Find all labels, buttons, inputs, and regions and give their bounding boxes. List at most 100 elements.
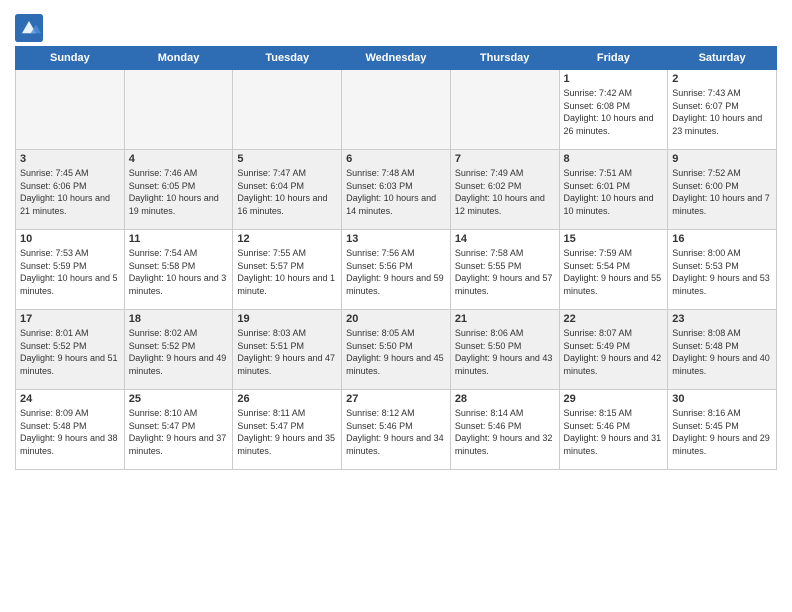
day-number: 21 [455, 313, 555, 325]
day-info: Sunrise: 7:59 AM Sunset: 5:54 PM Dayligh… [564, 247, 664, 297]
day-info: Sunrise: 8:09 AM Sunset: 5:48 PM Dayligh… [20, 407, 120, 457]
calendar-cell: 14 Sunrise: 7:58 AM Sunset: 5:55 PM Dayli… [450, 230, 559, 310]
day-number: 11 [129, 233, 229, 245]
header [15, 10, 777, 42]
weekday-header-saturday: Saturday [668, 47, 777, 70]
calendar-week-1: 1 Sunrise: 7:42 AM Sunset: 6:08 PM Daylig… [16, 70, 777, 150]
day-info: Sunrise: 8:08 AM Sunset: 5:48 PM Dayligh… [672, 327, 772, 377]
day-info: Sunrise: 7:53 AM Sunset: 5:59 PM Dayligh… [20, 247, 120, 297]
day-number: 25 [129, 393, 229, 405]
calendar-header: SundayMondayTuesdayWednesdayThursdayFrid… [16, 47, 777, 70]
day-info: Sunrise: 7:56 AM Sunset: 5:56 PM Dayligh… [346, 247, 446, 297]
day-number: 14 [455, 233, 555, 245]
calendar-cell [124, 70, 233, 150]
day-number: 27 [346, 393, 446, 405]
day-info: Sunrise: 7:45 AM Sunset: 6:06 PM Dayligh… [20, 167, 120, 217]
day-number: 17 [20, 313, 120, 325]
day-number: 1 [564, 73, 664, 85]
day-info: Sunrise: 8:02 AM Sunset: 5:52 PM Dayligh… [129, 327, 229, 377]
day-info: Sunrise: 8:11 AM Sunset: 5:47 PM Dayligh… [237, 407, 337, 457]
day-number: 7 [455, 153, 555, 165]
calendar-cell: 13Sunrise: 7:56 AM Sunset: 5:56 PM Dayli… [342, 230, 451, 310]
calendar-cell: 25 Sunrise: 8:10 AM Sunset: 5:47 PM Dayli… [124, 390, 233, 470]
calendar-cell: 22 Sunrise: 8:07 AM Sunset: 5:49 PM Dayli… [559, 310, 668, 390]
logo-icon [15, 14, 43, 42]
calendar-cell: 1 Sunrise: 7:42 AM Sunset: 6:08 PM Daylig… [559, 70, 668, 150]
day-info: Sunrise: 7:51 AM Sunset: 6:01 PM Dayligh… [564, 167, 664, 217]
calendar-cell: 16 Sunrise: 8:00 AM Sunset: 5:53 PM Dayli… [668, 230, 777, 310]
calendar-cell: 10 Sunrise: 7:53 AM Sunset: 5:59 PM Dayli… [16, 230, 125, 310]
calendar-cell: 30 Sunrise: 8:16 AM Sunset: 5:45 PM Dayli… [668, 390, 777, 470]
weekday-header-sunday: Sunday [16, 47, 125, 70]
day-info: Sunrise: 7:55 AM Sunset: 5:57 PM Dayligh… [237, 247, 337, 297]
calendar-cell: 8 Sunrise: 7:51 AM Sunset: 6:01 PM Daylig… [559, 150, 668, 230]
calendar-body: 1 Sunrise: 7:42 AM Sunset: 6:08 PM Daylig… [16, 70, 777, 470]
day-number: 12 [237, 233, 337, 245]
day-number: 23 [672, 313, 772, 325]
day-info: Sunrise: 8:14 AM Sunset: 5:46 PM Dayligh… [455, 407, 555, 457]
calendar-week-2: 3 Sunrise: 7:45 AM Sunset: 6:06 PM Daylig… [16, 150, 777, 230]
calendar-cell: 15 Sunrise: 7:59 AM Sunset: 5:54 PM Dayli… [559, 230, 668, 310]
calendar-week-4: 17 Sunrise: 8:01 AM Sunset: 5:52 PM Dayli… [16, 310, 777, 390]
calendar-cell: 27Sunrise: 8:12 AM Sunset: 5:46 PM Dayli… [342, 390, 451, 470]
day-info: Sunrise: 8:03 AM Sunset: 5:51 PM Dayligh… [237, 327, 337, 377]
calendar-cell: 28Sunrise: 8:14 AM Sunset: 5:46 PM Dayli… [450, 390, 559, 470]
day-info: Sunrise: 7:42 AM Sunset: 6:08 PM Dayligh… [564, 87, 664, 137]
day-info: Sunrise: 8:07 AM Sunset: 5:49 PM Dayligh… [564, 327, 664, 377]
day-info: Sunrise: 7:52 AM Sunset: 6:00 PM Dayligh… [672, 167, 772, 217]
calendar-week-5: 24Sunrise: 8:09 AM Sunset: 5:48 PM Dayli… [16, 390, 777, 470]
calendar-cell [16, 70, 125, 150]
day-number: 15 [564, 233, 664, 245]
day-info: Sunrise: 8:16 AM Sunset: 5:45 PM Dayligh… [672, 407, 772, 457]
day-number: 16 [672, 233, 772, 245]
day-number: 20 [346, 313, 446, 325]
day-info: Sunrise: 8:01 AM Sunset: 5:52 PM Dayligh… [20, 327, 120, 377]
day-number: 3 [20, 153, 120, 165]
calendar-cell: 9 Sunrise: 7:52 AM Sunset: 6:00 PM Daylig… [668, 150, 777, 230]
day-info: Sunrise: 7:58 AM Sunset: 5:55 PM Dayligh… [455, 247, 555, 297]
day-info: Sunrise: 8:05 AM Sunset: 5:50 PM Dayligh… [346, 327, 446, 377]
calendar-cell: 3 Sunrise: 7:45 AM Sunset: 6:06 PM Daylig… [16, 150, 125, 230]
calendar-cell: 7Sunrise: 7:49 AM Sunset: 6:02 PM Daylig… [450, 150, 559, 230]
calendar-cell: 24Sunrise: 8:09 AM Sunset: 5:48 PM Dayli… [16, 390, 125, 470]
calendar-cell [342, 70, 451, 150]
weekday-header-wednesday: Wednesday [342, 47, 451, 70]
calendar-cell: 21 Sunrise: 8:06 AM Sunset: 5:50 PM Dayli… [450, 310, 559, 390]
day-number: 10 [20, 233, 120, 245]
weekday-header-thursday: Thursday [450, 47, 559, 70]
day-info: Sunrise: 8:06 AM Sunset: 5:50 PM Dayligh… [455, 327, 555, 377]
page-container: SundayMondayTuesdayWednesdayThursdayFrid… [0, 0, 792, 475]
day-number: 8 [564, 153, 664, 165]
calendar-cell: 19 Sunrise: 8:03 AM Sunset: 5:51 PM Dayli… [233, 310, 342, 390]
weekday-header-tuesday: Tuesday [233, 47, 342, 70]
calendar-table: SundayMondayTuesdayWednesdayThursdayFrid… [15, 46, 777, 470]
logo [15, 14, 47, 42]
day-number: 4 [129, 153, 229, 165]
day-number: 9 [672, 153, 772, 165]
day-info: Sunrise: 7:46 AM Sunset: 6:05 PM Dayligh… [129, 167, 229, 217]
day-number: 30 [672, 393, 772, 405]
day-info: Sunrise: 7:54 AM Sunset: 5:58 PM Dayligh… [129, 247, 229, 297]
calendar-cell: 12 Sunrise: 7:55 AM Sunset: 5:57 PM Dayli… [233, 230, 342, 310]
calendar-cell: 2Sunrise: 7:43 AM Sunset: 6:07 PM Daylig… [668, 70, 777, 150]
calendar-cell: 6Sunrise: 7:48 AM Sunset: 6:03 PM Daylig… [342, 150, 451, 230]
weekday-header-monday: Monday [124, 47, 233, 70]
calendar-week-3: 10 Sunrise: 7:53 AM Sunset: 5:59 PM Dayli… [16, 230, 777, 310]
day-info: Sunrise: 7:47 AM Sunset: 6:04 PM Dayligh… [237, 167, 337, 217]
day-number: 5 [237, 153, 337, 165]
calendar-cell: 11 Sunrise: 7:54 AM Sunset: 5:58 PM Dayli… [124, 230, 233, 310]
day-info: Sunrise: 7:48 AM Sunset: 6:03 PM Dayligh… [346, 167, 446, 217]
calendar-cell: 29Sunrise: 8:15 AM Sunset: 5:46 PM Dayli… [559, 390, 668, 470]
calendar-cell: 17 Sunrise: 8:01 AM Sunset: 5:52 PM Dayli… [16, 310, 125, 390]
day-info: Sunrise: 8:10 AM Sunset: 5:47 PM Dayligh… [129, 407, 229, 457]
day-number: 19 [237, 313, 337, 325]
calendar-cell: 26Sunrise: 8:11 AM Sunset: 5:47 PM Dayli… [233, 390, 342, 470]
day-number: 18 [129, 313, 229, 325]
weekday-header-friday: Friday [559, 47, 668, 70]
calendar-cell [450, 70, 559, 150]
calendar-cell [233, 70, 342, 150]
calendar-cell: 20 Sunrise: 8:05 AM Sunset: 5:50 PM Dayli… [342, 310, 451, 390]
day-info: Sunrise: 7:43 AM Sunset: 6:07 PM Dayligh… [672, 87, 772, 137]
day-info: Sunrise: 8:00 AM Sunset: 5:53 PM Dayligh… [672, 247, 772, 297]
day-number: 22 [564, 313, 664, 325]
